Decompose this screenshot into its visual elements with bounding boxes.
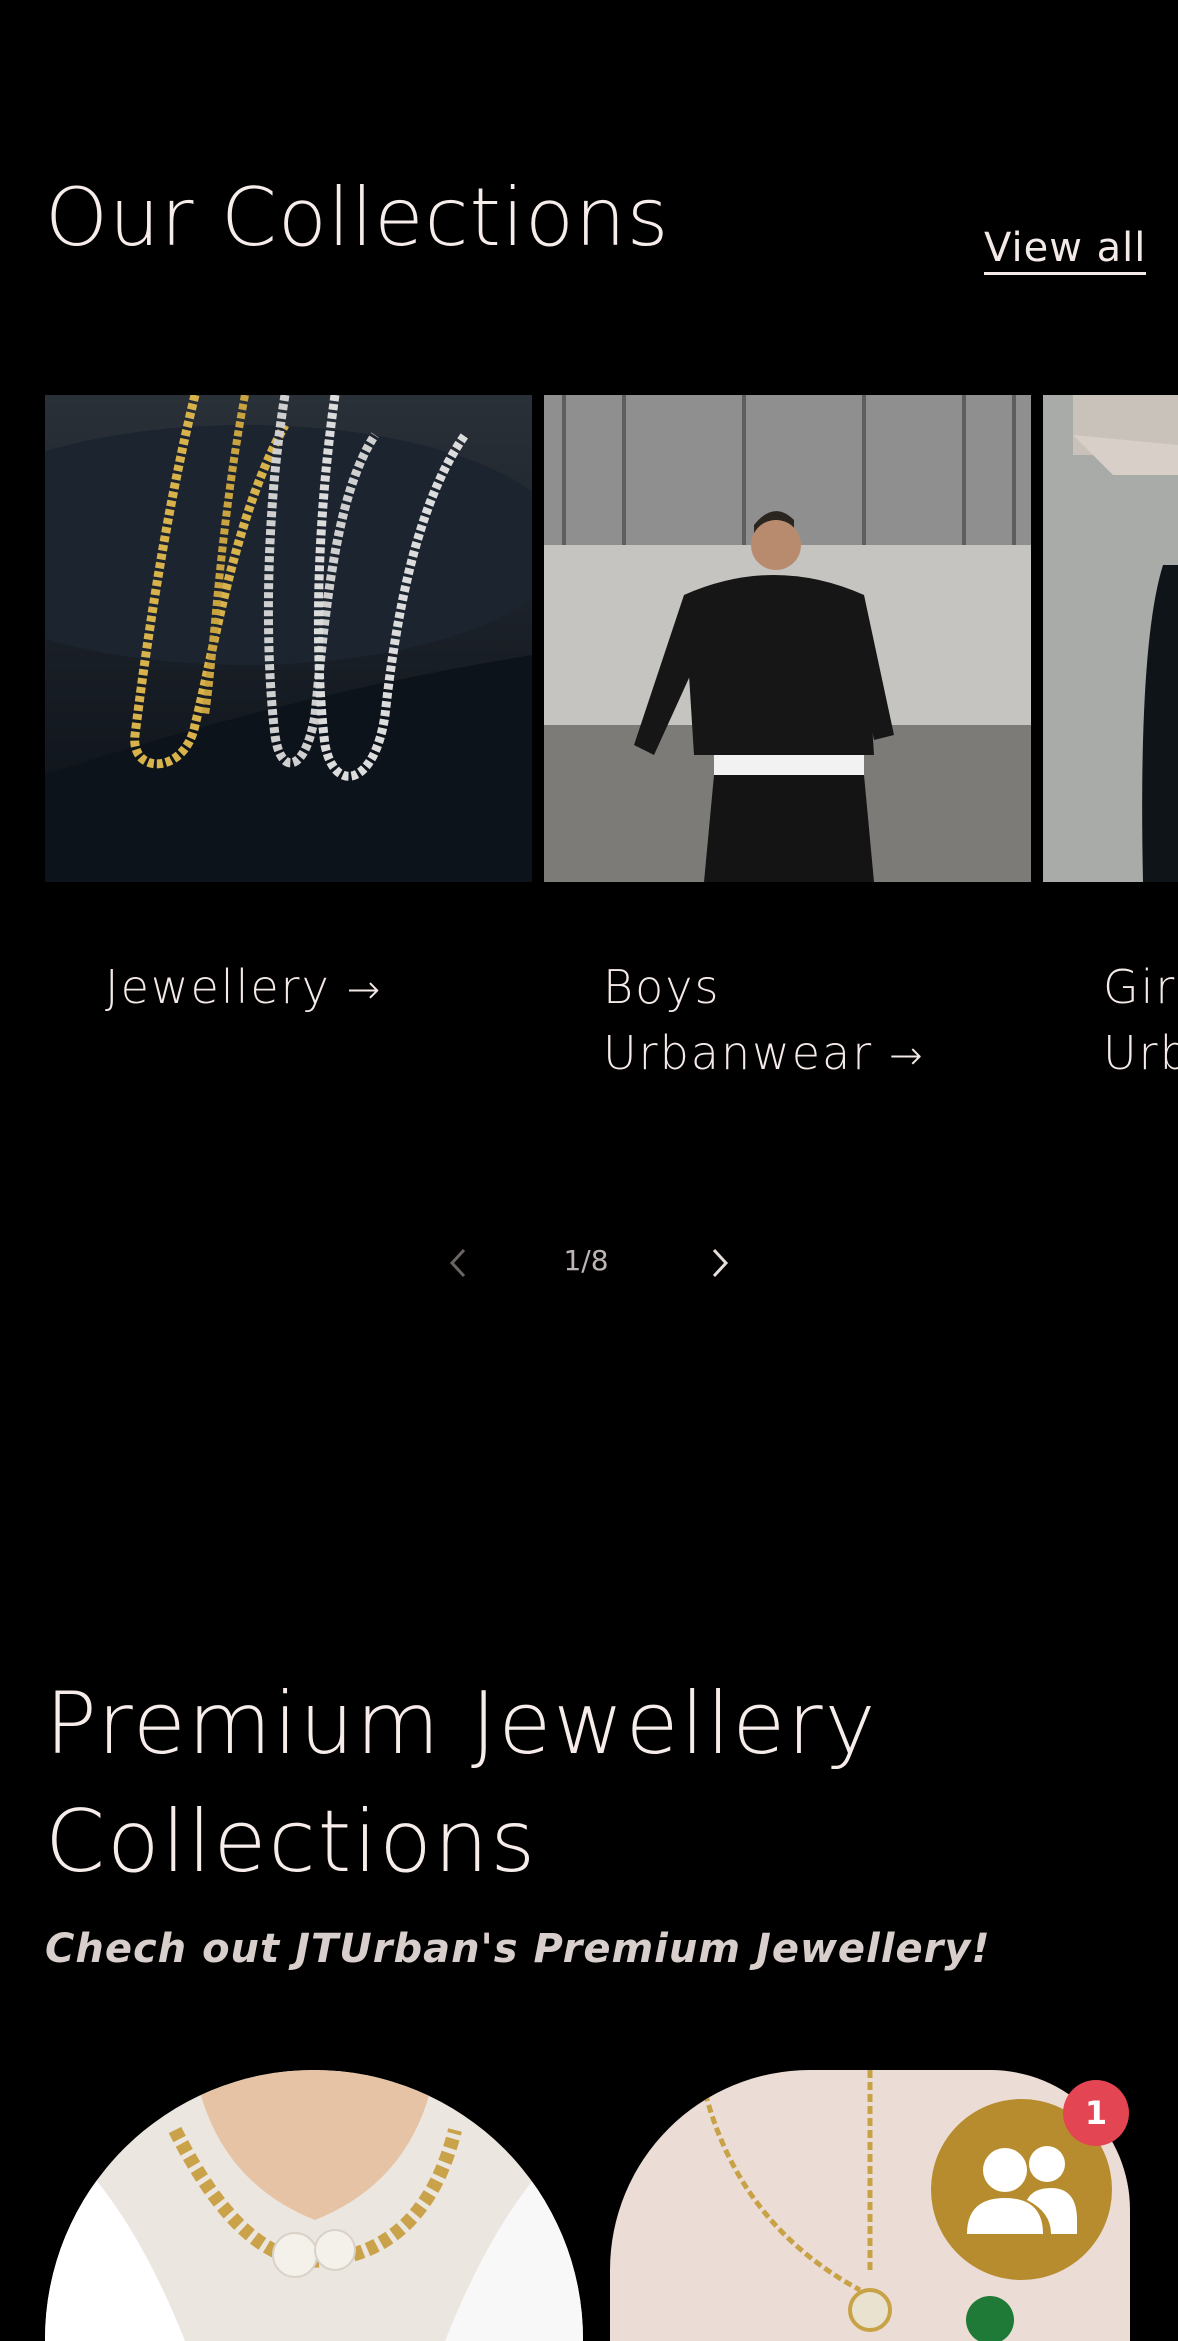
- slider-counter: 1/8: [563, 1244, 609, 1277]
- pearl-necklace-image[interactable]: [45, 2070, 583, 2341]
- girls-urbanwear-image: [1043, 395, 1178, 882]
- slider-prev-button[interactable]: [428, 1236, 488, 1290]
- collection-card-image-girls-urbanwear[interactable]: [1043, 395, 1178, 882]
- users-icon: [966, 2145, 1077, 2234]
- notification-badge: 1: [1063, 2080, 1129, 2146]
- collection-card-label-boys-urbanwear[interactable]: Boys Urbanwear →: [603, 954, 925, 1089]
- chevron-left-icon: [449, 1248, 466, 1278]
- collection-card-image-jewellery[interactable]: [45, 395, 532, 882]
- arrow-right-icon: →: [346, 967, 383, 1013]
- collections-title: Our Collections: [45, 171, 670, 264]
- boys-urbanwear-image: [544, 395, 1031, 882]
- chains-image: [45, 395, 532, 882]
- collection-card-label-jewellery[interactable]: Jewellery →: [105, 954, 382, 1023]
- collection-card-label-girls-urbanwear[interactable]: Girl Urb: [1103, 954, 1178, 1086]
- premium-subtitle: Chech out JTUrban's Premium Jewellery!: [45, 1926, 991, 1972]
- premium-title: Premium Jewellery Collections: [45, 1674, 878, 1892]
- collection-card-image-boys-urbanwear[interactable]: [544, 395, 1031, 882]
- slider-next-button[interactable]: [690, 1236, 750, 1290]
- arrow-right-icon: →: [889, 1033, 925, 1079]
- chevron-right-icon: [712, 1248, 729, 1278]
- view-all-link[interactable]: View all: [984, 226, 1147, 275]
